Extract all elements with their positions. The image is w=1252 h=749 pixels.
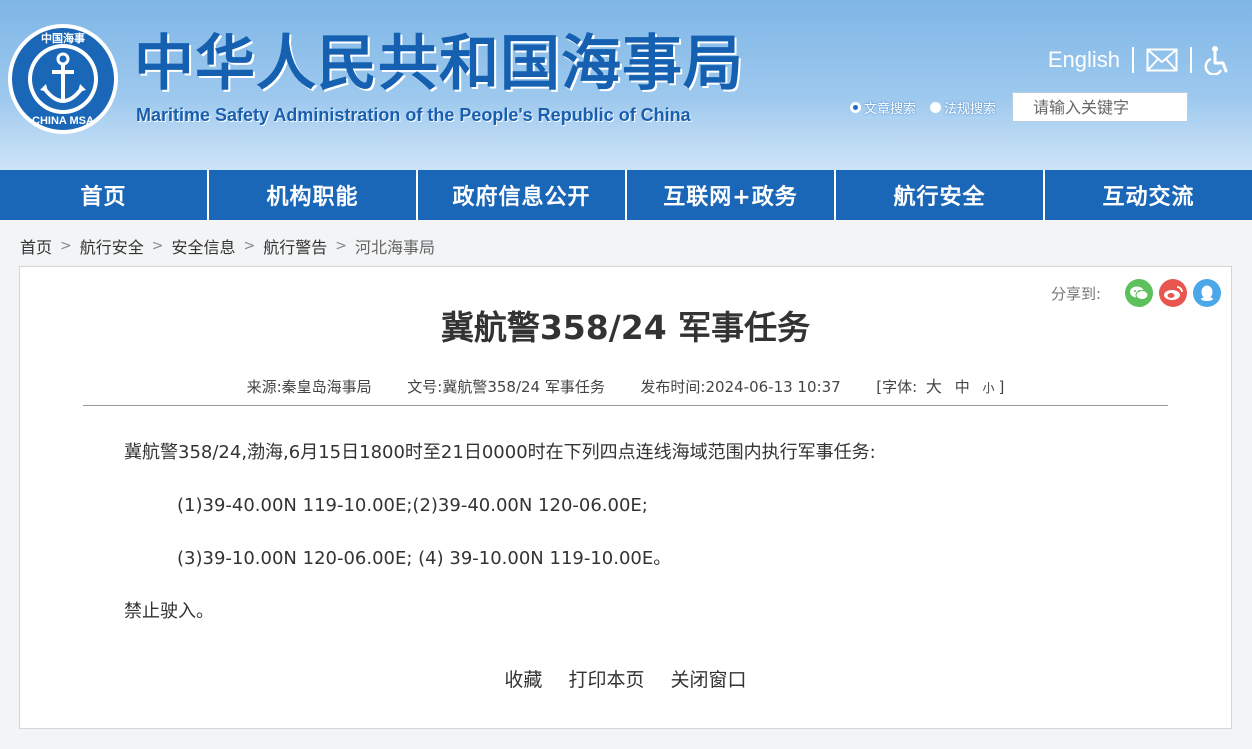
fontsize-end: ] xyxy=(998,378,1005,396)
breadcrumb-navigation-safety[interactable]: 航行安全 xyxy=(80,234,144,258)
search-option-laws-label: 法规搜索 xyxy=(944,101,997,117)
nav-item-home[interactable]: 首页 xyxy=(0,170,207,220)
site-title-cn[interactable]: 中华人民共和国海事局 xyxy=(134,30,744,98)
radio-laws[interactable] xyxy=(930,101,942,113)
breadcrumb-safety-info[interactable]: 安全信息 xyxy=(172,234,236,258)
accessibility-icon[interactable] xyxy=(1204,45,1230,75)
fontsize-medium-button[interactable]: 中 xyxy=(951,378,974,396)
nav-item-navigation-safety[interactable]: 航行安全 xyxy=(834,170,1043,220)
search-input[interactable] xyxy=(1012,92,1189,122)
logo-top-text: 中国海事 xyxy=(41,31,85,45)
source-label: 来源: xyxy=(246,378,282,396)
article-actions: 收藏 打印本页 关闭窗口 xyxy=(20,665,1231,692)
breadcrumb: 首页 > 航行安全 > 安全信息 > 航行警告 > 河北海事局 xyxy=(20,234,435,258)
article-title: 冀航警358/24 军事任务 xyxy=(440,308,811,347)
favorite-link[interactable]: 收藏 xyxy=(504,669,542,691)
nav-item-interaction[interactable]: 互动交流 xyxy=(1043,170,1252,220)
search-option-articles[interactable]: 文章搜索 xyxy=(850,98,916,117)
search-bar: 文章搜索 法规搜索 xyxy=(850,91,1189,123)
nav-item-gov-info[interactable]: 政府信息公开 xyxy=(416,170,625,220)
logo-bottom-text: CHINA MSA xyxy=(32,115,94,127)
breadcrumb-separator: > xyxy=(151,238,164,254)
date-value: 2024-06-13 10:37 xyxy=(705,378,841,396)
docno-label: 文号: xyxy=(407,378,443,396)
docno-value: 冀航警358/24 军事任务 xyxy=(442,378,605,396)
nav-item-functions[interactable]: 机构职能 xyxy=(207,170,416,220)
fontsize-label: [字体: xyxy=(876,378,918,396)
paragraph: 禁止驶入。 xyxy=(124,601,214,622)
article-body: 冀航警358/24,渤海,6月15日1800时至21日0000时在下列四点连线海… xyxy=(124,437,876,649)
print-link[interactable]: 打印本页 xyxy=(568,669,644,691)
paragraph: (1)39-40.00N 119-10.00E;(2)39-40.00N 120… xyxy=(177,495,648,516)
search-option-articles-label: 文章搜索 xyxy=(864,101,917,117)
top-links: English xyxy=(1048,44,1230,76)
divider xyxy=(1190,47,1192,73)
breadcrumb-separator: > xyxy=(243,238,256,254)
radio-articles[interactable] xyxy=(850,101,861,113)
breadcrumb-home[interactable]: 首页 xyxy=(20,234,52,258)
search-option-laws[interactable]: 法规搜索 xyxy=(930,98,996,117)
fontsize-large-button[interactable]: 大 xyxy=(922,377,946,396)
date-label: 发布时间: xyxy=(640,378,706,396)
english-link[interactable]: English xyxy=(1048,47,1120,73)
paragraph: (3)39-10.00N 120-06.00E; (4) 39-10.00N 1… xyxy=(177,548,672,569)
site-header: 中国海事 CHINA MSA 中华人民共和国海事局 Maritime Safet… xyxy=(0,0,1252,170)
mail-icon[interactable] xyxy=(1146,48,1178,72)
site-title-en: Maritime Safety Administration of the Pe… xyxy=(136,105,691,125)
fontsize-small-button[interactable]: 小 xyxy=(979,381,999,395)
source-value: 秦皇岛海事局 xyxy=(281,378,372,396)
msa-logo-icon[interactable]: 中国海事 CHINA MSA xyxy=(6,22,120,136)
title-divider xyxy=(83,405,1168,406)
article-meta: 来源:秦皇岛海事局 文号:冀航警358/24 军事任务 发布时间:2024-06… xyxy=(20,373,1231,397)
nav-item-internet-gov[interactable]: 互联网+政务 xyxy=(625,170,834,220)
breadcrumb-current[interactable]: 河北海事局 xyxy=(355,234,435,258)
divider xyxy=(1132,47,1134,73)
article-panel: 分享到: 冀航警358/24 军事任务 来源:秦皇岛海事局 文号:冀航警358/… xyxy=(19,266,1232,729)
breadcrumb-warnings[interactable]: 航行警告 xyxy=(263,234,327,258)
breadcrumb-separator: > xyxy=(60,238,72,254)
close-window-link[interactable]: 关闭窗口 xyxy=(671,669,747,691)
breadcrumb-separator: > xyxy=(335,238,347,254)
main-nav: 首页 机构职能 政府信息公开 互联网+政务 航行安全 互动交流 xyxy=(0,170,1252,220)
paragraph: 冀航警358/24,渤海,6月15日1800时至21日0000时在下列四点连线海… xyxy=(124,442,876,463)
